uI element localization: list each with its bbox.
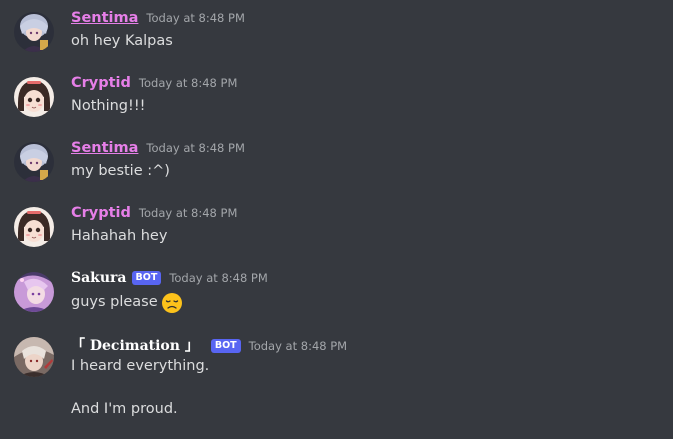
message-text: And I'm proud. [71, 401, 178, 417]
message-text: I heard everything. [71, 358, 210, 374]
avatar[interactable] [14, 272, 54, 312]
username[interactable]: Cryptid [71, 75, 131, 91]
decimation-avatar-icon [14, 337, 54, 377]
cryptid-avatar-icon [14, 77, 54, 117]
timestamp[interactable]: Today at 8:48 PM [139, 206, 237, 220]
username[interactable]: Sentima [71, 140, 138, 156]
message-text: Hahahah hey [71, 228, 168, 244]
message-header: Sentima Today at 8:48 PM [71, 140, 245, 156]
avatar[interactable] [14, 337, 54, 377]
username[interactable]: Cryptid [71, 205, 131, 221]
message-header: Cryptid Today at 8:48 PM [71, 75, 237, 91]
sentima-avatar-icon [14, 12, 54, 52]
message-text: Nothing!!! [71, 98, 146, 114]
sakura-avatar-icon [14, 272, 54, 312]
avatar[interactable] [14, 12, 54, 52]
message-text: my bestie :^) [71, 163, 170, 179]
cryptid-avatar-icon [14, 207, 54, 247]
timestamp[interactable]: Today at 8:48 PM [146, 11, 244, 25]
bot-badge: BOT [210, 339, 241, 353]
username[interactable]: Sentima [71, 10, 138, 26]
message-header: Cryptid Today at 8:48 PM [71, 205, 237, 221]
username[interactable]: Sakura [71, 270, 127, 286]
bot-badge: BOT [131, 271, 162, 285]
avatar[interactable] [14, 207, 54, 247]
message-text: guys please [71, 291, 183, 313]
message-header: Sakura BOT Today at 8:48 PM [71, 270, 268, 287]
avatar[interactable] [14, 142, 54, 182]
avatar[interactable] [14, 77, 54, 117]
disappointed-face-icon[interactable] [161, 292, 183, 314]
timestamp[interactable]: Today at 8:48 PM [139, 76, 237, 90]
sentima-avatar-icon [14, 142, 54, 182]
message-header: 「 Decimation 」 BOT Today at 8:48 PM [71, 335, 347, 355]
message-text: oh hey Kalpas [71, 33, 173, 49]
timestamp[interactable]: Today at 8:48 PM [146, 141, 244, 155]
message-header: Sentima Today at 8:48 PM [71, 10, 245, 26]
username[interactable]: 「 Decimation 」 [71, 335, 199, 355]
timestamp[interactable]: Today at 8:48 PM [169, 271, 267, 285]
message-text-content: guys please [71, 294, 158, 310]
timestamp[interactable]: Today at 8:48 PM [249, 339, 347, 353]
